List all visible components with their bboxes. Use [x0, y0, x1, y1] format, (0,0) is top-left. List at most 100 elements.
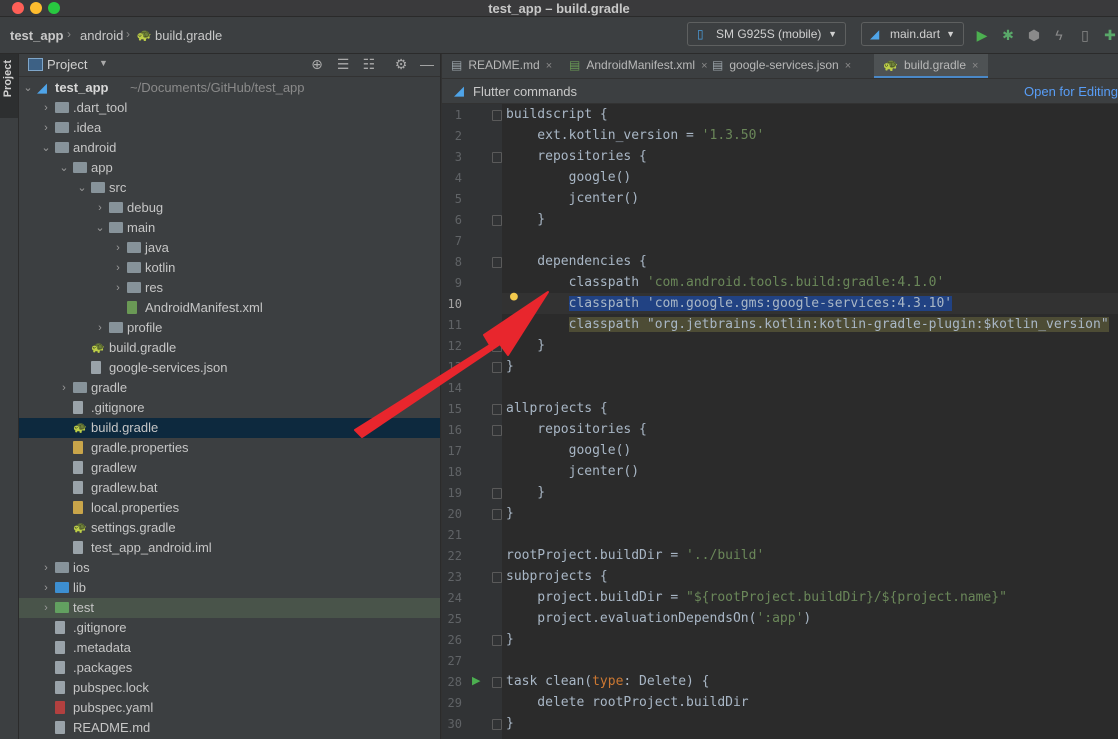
line-number: 9: [454, 276, 462, 290]
tree-item[interactable]: › gradle: [19, 378, 440, 398]
fold-marker-icon[interactable]: [492, 152, 502, 163]
chevron-right-icon[interactable]: ›: [41, 578, 51, 598]
fold-marker-icon[interactable]: [492, 110, 502, 121]
tree-item[interactable]: 🐢 build.gradle: [19, 338, 440, 358]
fold-marker-icon[interactable]: [492, 215, 502, 226]
file-icon: [55, 681, 65, 694]
tree-item[interactable]: ⌄ ◢ test_app ~/Documents/GitHub/test_app: [19, 78, 440, 98]
chevron-right-icon[interactable]: ›: [41, 118, 51, 138]
tree-item[interactable]: pubspec.lock: [19, 678, 440, 698]
chevron-right-icon[interactable]: ›: [113, 258, 123, 278]
fold-marker-icon[interactable]: [492, 257, 502, 268]
tree-item[interactable]: test_app_android.iml: [19, 538, 440, 558]
breadcrumb-build-gradle[interactable]: build.gradle: [155, 28, 222, 43]
fold-marker-icon[interactable]: [492, 488, 502, 499]
tree-item[interactable]: › debug: [19, 198, 440, 218]
device-selector[interactable]: ▯ SM G925S (mobile) ▼: [687, 22, 846, 46]
project-view-title[interactable]: Project: [47, 57, 87, 72]
chevron-down-icon[interactable]: ⌄: [59, 158, 69, 178]
tree-item[interactable]: ⌄ android: [19, 138, 440, 158]
chevron-down-icon[interactable]: ⌄: [41, 138, 51, 158]
tree-item[interactable]: README.md: [19, 718, 440, 738]
chevron-right-icon[interactable]: ›: [41, 98, 51, 118]
fold-marker-icon[interactable]: [492, 341, 502, 352]
locate-icon[interactable]: ⊕: [309, 56, 325, 72]
chevron-right-icon[interactable]: ›: [113, 238, 123, 258]
tree-item[interactable]: 🐢 settings.gradle: [19, 518, 440, 538]
gear-icon[interactable]: ⚙: [393, 56, 409, 72]
editor-tab[interactable]: ▤ AndroidManifest.xml ×: [560, 54, 708, 78]
tree-item[interactable]: › java: [19, 238, 440, 258]
chevron-right-icon[interactable]: ›: [41, 598, 51, 618]
run-config-selector[interactable]: ◢ main.dart ▼: [861, 22, 964, 46]
tree-item[interactable]: .gitignore: [19, 398, 440, 418]
tree-item[interactable]: local.properties: [19, 498, 440, 518]
hot-reload-icon[interactable]: ϟ: [1051, 27, 1067, 43]
chevron-right-icon[interactable]: ›: [41, 558, 51, 578]
tree-item[interactable]: gradlew.bat: [19, 478, 440, 498]
fold-marker-icon[interactable]: [492, 404, 502, 415]
tree-item[interactable]: › profile: [19, 318, 440, 338]
close-tab-icon[interactable]: ×: [845, 60, 851, 72]
tree-item[interactable]: ⌄ main: [19, 218, 440, 238]
tree-item[interactable]: gradlew: [19, 458, 440, 478]
tree-item[interactable]: .metadata: [19, 638, 440, 658]
tree-item[interactable]: › kotlin: [19, 258, 440, 278]
editor-tab[interactable]: 🐢 build.gradle ×: [874, 54, 988, 78]
profile-icon[interactable]: ⬢: [1026, 27, 1042, 43]
chevron-down-icon[interactable]: ⌄: [95, 218, 105, 238]
tree-item[interactable]: .gitignore: [19, 618, 440, 638]
fold-marker-icon[interactable]: [492, 362, 502, 373]
fold-marker-icon[interactable]: [492, 635, 502, 646]
navigation-bar: test_app › android › 🐢 build.gradle ▯ SM…: [0, 17, 1118, 54]
tree-item[interactable]: › lib: [19, 578, 440, 598]
lightbulb-icon[interactable]: ●: [510, 289, 518, 304]
editor-tab[interactable]: ▤ google-services.json ×: [703, 54, 871, 78]
fold-marker-icon[interactable]: [492, 677, 502, 688]
breadcrumb-android[interactable]: android: [80, 28, 123, 43]
run-gutter-icon[interactable]: ▶: [472, 674, 480, 687]
expand-all-icon[interactable]: ☰: [335, 56, 351, 72]
debug-icon[interactable]: ✱: [1000, 27, 1016, 43]
tree-item[interactable]: AndroidManifest.xml: [19, 298, 440, 318]
tree-item[interactable]: ⌄ app: [19, 158, 440, 178]
chevron-down-icon[interactable]: ▼: [99, 58, 108, 68]
chevron-right-icon[interactable]: ›: [95, 198, 105, 218]
fold-marker-icon[interactable]: [492, 719, 502, 730]
hide-panel-icon[interactable]: —: [419, 56, 435, 72]
editor-tab-label: README.md: [468, 58, 540, 72]
collapse-all-icon[interactable]: ☷: [361, 56, 377, 72]
fold-marker-icon[interactable]: [492, 572, 502, 583]
device-manager-icon[interactable]: ▯: [1077, 27, 1093, 43]
chevron-right-icon[interactable]: ›: [59, 378, 69, 398]
project-panel-header: Project ▼ ⊕ ☰ ☷ ⚙ —: [19, 54, 440, 77]
sdk-manager-icon[interactable]: ✚: [1102, 27, 1118, 43]
chevron-right-icon[interactable]: ›: [113, 278, 123, 298]
line-number: 6: [454, 213, 462, 227]
tree-item[interactable]: › .idea: [19, 118, 440, 138]
tree-item[interactable]: › ios: [19, 558, 440, 578]
tree-item[interactable]: › test: [19, 598, 440, 618]
open-for-editing-link[interactable]: Open for Editing: [1024, 84, 1118, 99]
code-area[interactable]: buildscript { ext.kotlin_version = '1.3.…: [502, 104, 1118, 739]
fold-marker-icon[interactable]: [492, 509, 502, 520]
tree-item[interactable]: › .dart_tool: [19, 98, 440, 118]
close-tab-icon[interactable]: ×: [972, 60, 978, 72]
chevron-down-icon[interactable]: ⌄: [23, 78, 33, 98]
project-tool-tab[interactable]: Project: [0, 54, 18, 118]
editor-tab[interactable]: ▤ README.md ×: [442, 54, 557, 78]
run-icon[interactable]: ▶: [974, 27, 990, 43]
chevron-right-icon[interactable]: ›: [95, 318, 105, 338]
tree-item[interactable]: pubspec.yaml: [19, 698, 440, 718]
tree-item[interactable]: 🐢 build.gradle: [19, 418, 440, 438]
tree-item-label: pubspec.yaml: [73, 700, 154, 715]
close-tab-icon[interactable]: ×: [546, 60, 552, 72]
tree-item[interactable]: gradle.properties: [19, 438, 440, 458]
tree-item[interactable]: ⌄ src: [19, 178, 440, 198]
fold-marker-icon[interactable]: [492, 425, 502, 436]
chevron-down-icon[interactable]: ⌄: [77, 178, 87, 198]
tree-item[interactable]: .packages: [19, 658, 440, 678]
tree-item[interactable]: google-services.json: [19, 358, 440, 378]
breadcrumb-project[interactable]: test_app: [10, 28, 63, 43]
tree-item[interactable]: › res: [19, 278, 440, 298]
